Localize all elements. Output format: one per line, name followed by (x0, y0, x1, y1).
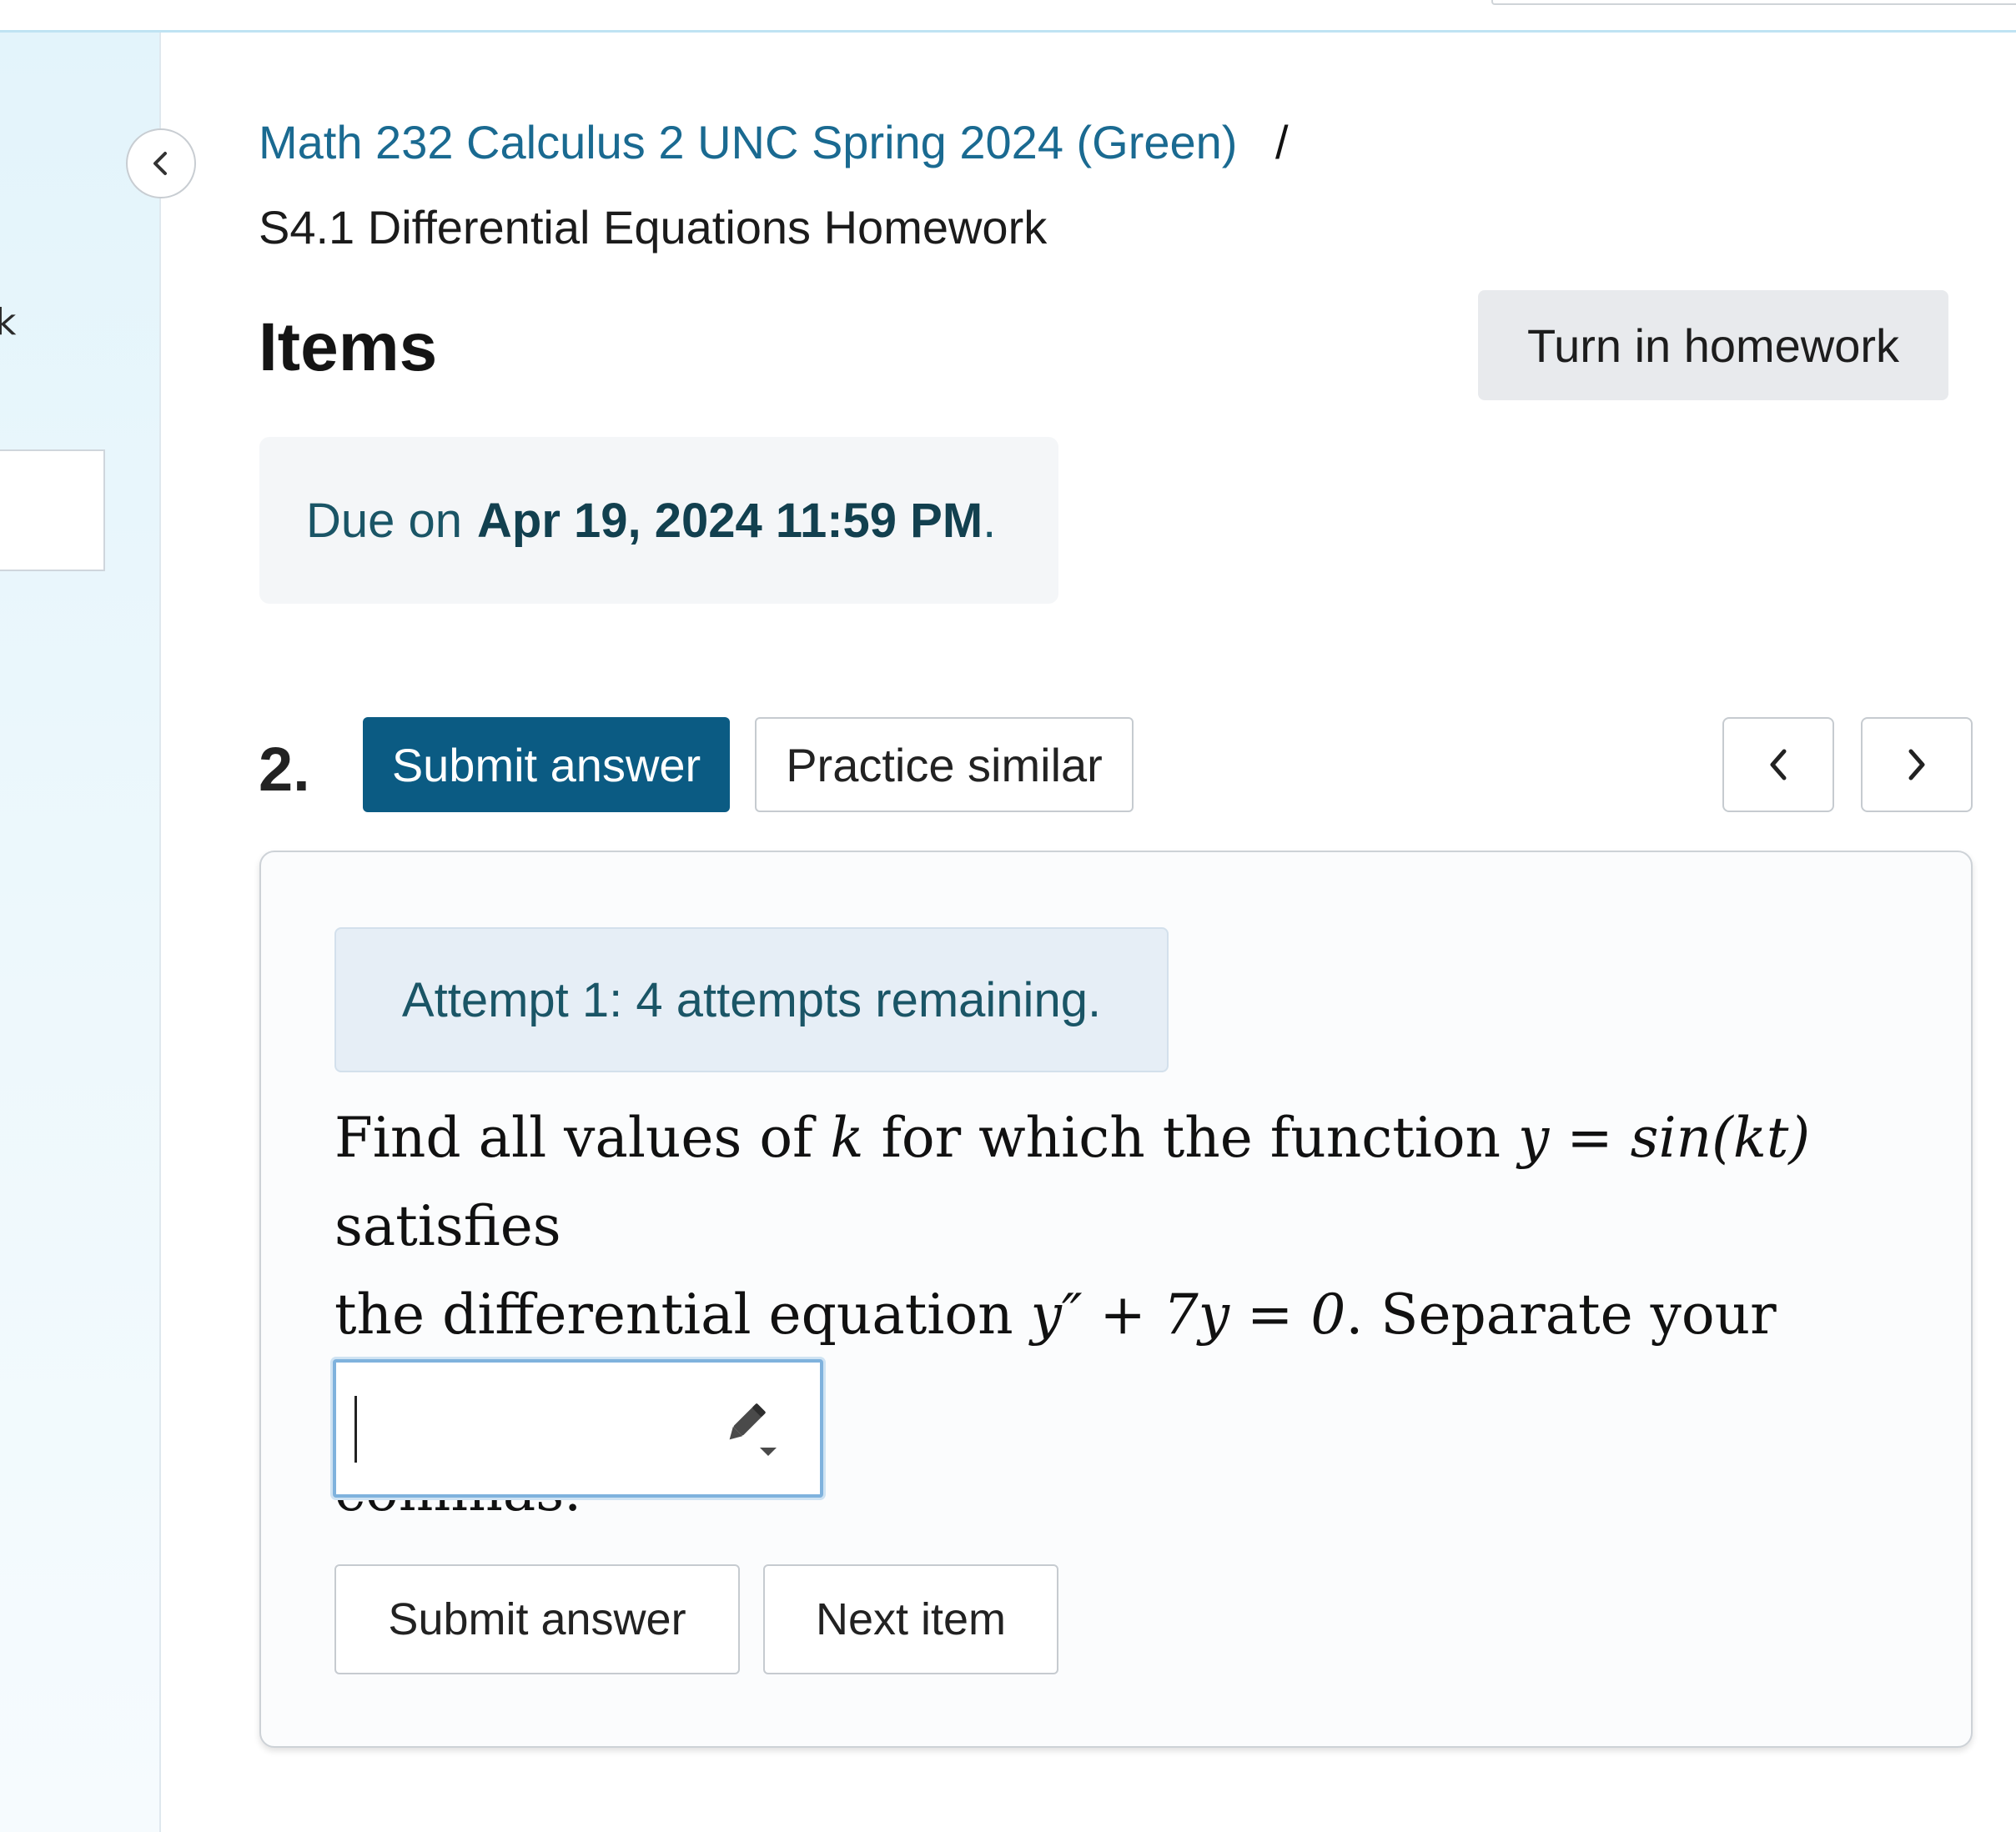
math-function: y = sin(kt) (1518, 1106, 1811, 1170)
pencil-icon[interactable] (720, 1399, 783, 1463)
prompt-text: for which the function (863, 1106, 1519, 1170)
due-date-notice: Due on Apr 19, 2024 11:59 PM . (259, 437, 1058, 604)
due-prefix: Due on (306, 493, 463, 548)
sidebar-panel[interactable] (0, 449, 105, 571)
collapse-sidebar-button[interactable] (126, 128, 196, 198)
prompt-text: satisfies (334, 1194, 561, 1258)
top-search-field[interactable] (1491, 0, 2016, 5)
question-card: Attempt 1: 4 attempts remaining. Find al… (259, 851, 1973, 1748)
chevron-left-icon (1770, 749, 1787, 780)
due-suffix: . (983, 493, 997, 548)
chevron-left-icon (153, 152, 167, 175)
sidebar-partial-text: k (0, 301, 17, 344)
due-date: Apr 19, 2024 11:59 PM (477, 493, 983, 548)
top-bar (0, 0, 2016, 33)
prompt-text: the differential equation (334, 1282, 1031, 1347)
previous-item-button[interactable] (1722, 717, 1834, 812)
submit-answer-button[interactable]: Submit answer (363, 717, 730, 812)
attempt-status: Attempt 1: 4 attempts remaining. (334, 927, 1169, 1072)
submit-answer-button-bottom[interactable]: Submit answer (334, 1564, 740, 1674)
page-title: Items (259, 309, 438, 385)
text-cursor (354, 1396, 357, 1463)
breadcrumb: Math 232 Calculus 2 UNC Spring 2024 (Gre… (259, 115, 1289, 169)
chevron-right-icon (1908, 749, 1925, 780)
answer-input[interactable] (333, 1359, 823, 1498)
next-item-button[interactable]: Next item (763, 1564, 1058, 1674)
math-differential-equation: y″ + 7y = 0 (1030, 1282, 1346, 1347)
prompt-text: Find all values of (334, 1106, 831, 1170)
sidebar: k (0, 33, 161, 1832)
turn-in-homework-button[interactable]: Turn in homework (1478, 290, 1948, 400)
breadcrumb-separator: / (1275, 116, 1289, 168)
item-number: 2. (259, 735, 310, 804)
breadcrumb-course-link[interactable]: Math 232 Calculus 2 UNC Spring 2024 (Gre… (259, 116, 1237, 168)
practice-similar-button[interactable]: Practice similar (755, 717, 1134, 812)
math-variable-k: k (830, 1106, 864, 1170)
assignment-title: S4.1 Differential Equations Homework (259, 201, 1048, 253)
next-item-nav-button[interactable] (1861, 717, 1973, 812)
